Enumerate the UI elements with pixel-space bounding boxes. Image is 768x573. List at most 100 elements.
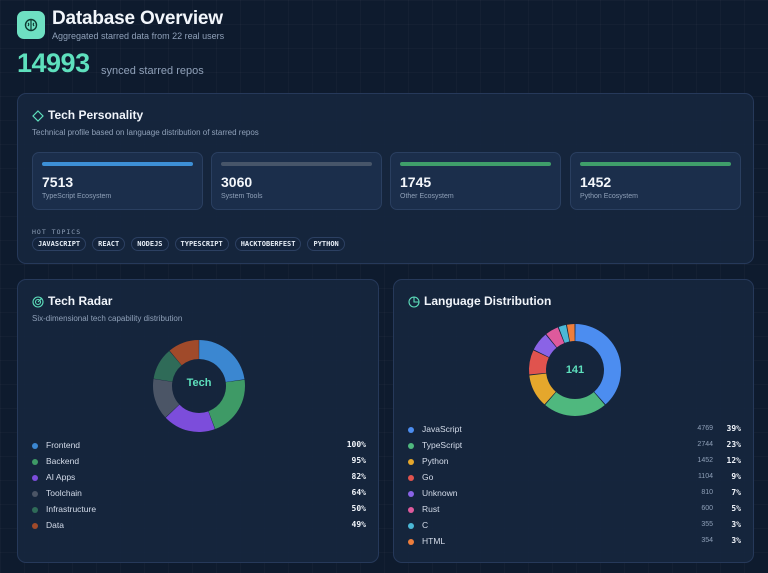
legend-dot (408, 427, 414, 433)
legend-count: 1452 (697, 457, 713, 464)
legend-label: Python (422, 456, 449, 466)
panel-subtitle: Technical profile based on language dist… (32, 128, 259, 137)
panel-title: Tech Radar (48, 294, 113, 308)
legend-dot (32, 443, 38, 449)
stat-label: Python Ecosystem (580, 193, 638, 200)
legend-item: TypeScript 2744 23% (408, 440, 741, 452)
brain-icon (24, 18, 38, 32)
legend-dot (32, 523, 38, 529)
legend-item: Go 1104 9% (408, 472, 741, 484)
legend-dot (408, 523, 414, 529)
legend-label: Rust (422, 504, 440, 514)
stat-card-typescript: 7513 TypeScript Ecosystem (32, 152, 203, 210)
hot-topics: JAVASCRIPT REACT NODEJS TYPESCRIPT HACKT… (32, 237, 345, 251)
legend-label: Frontend (46, 440, 81, 450)
legend-count: 1104 (697, 473, 713, 480)
panel-title: Tech Personality (48, 108, 144, 122)
topic-chip[interactable]: JAVASCRIPT (32, 237, 87, 251)
legend-item: HTML 354 3% (408, 536, 741, 548)
stat-card-system-tools: 3060 System Tools (211, 152, 382, 210)
legend-percent: 9% (731, 472, 741, 481)
legend-percent: 64% (351, 488, 366, 497)
language-center-label: 141 (565, 364, 585, 376)
topic-chip[interactable]: PYTHON (307, 237, 345, 251)
legend-count: 810 (701, 489, 713, 496)
stat-bar (580, 162, 731, 166)
donut-segment-frontend[interactable] (199, 340, 245, 383)
legend-label: Backend (46, 456, 80, 466)
legend-label: TypeScript (422, 440, 463, 450)
legend-count: 4769 (697, 425, 713, 432)
topic-chip[interactable]: NODEJS (131, 237, 169, 251)
legend-dot (32, 491, 38, 497)
legend-dot (408, 539, 414, 545)
legend-label: Infrastructure (46, 504, 97, 514)
legend-percent: 3% (731, 520, 741, 529)
legend-percent: 49% (351, 520, 366, 529)
legend-label: AI Apps (46, 472, 76, 482)
stat-value: 3060 (221, 174, 253, 190)
topic-chip[interactable]: REACT (92, 237, 126, 251)
legend-percent: 95% (351, 456, 366, 465)
legend-count: 600 (701, 505, 713, 512)
language-distribution-panel: Language Distribution 141 JavaScript 476… (393, 279, 754, 563)
page-subtitle: Aggregated starred data from 22 real use… (52, 31, 225, 41)
legend-item: JavaScript 4769 39% (408, 424, 741, 436)
repo-count-caption: synced starred repos (101, 65, 204, 77)
legend-dot (408, 475, 414, 481)
legend-dot (32, 507, 38, 513)
tech-personality-panel: Tech Personality Technical profile based… (17, 93, 754, 264)
legend-dot (408, 491, 414, 497)
legend-percent: 82% (351, 472, 366, 481)
stat-label: TypeScript Ecosystem (42, 193, 112, 200)
legend-count: 2744 (697, 441, 713, 448)
language-legend: JavaScript 4769 39% TypeScript 2744 23% … (408, 424, 741, 552)
legend-dot (408, 459, 414, 465)
stat-label: Other Ecosystem (400, 193, 454, 200)
legend-item: Frontend 100% (32, 440, 366, 452)
legend-label: C (422, 520, 429, 530)
legend-item: C 355 3% (408, 520, 741, 532)
stat-card-python: 1452 Python Ecosystem (570, 152, 741, 210)
stat-bar (400, 162, 551, 166)
legend-dot (408, 443, 414, 449)
stat-value: 7513 (42, 174, 74, 190)
legend-percent: 23% (726, 440, 741, 449)
hot-topics-label: HOT TOPICS (32, 228, 82, 236)
legend-item: Infrastructure 50% (32, 504, 366, 516)
legend-count: 355 (701, 521, 713, 528)
pie-chart-icon (408, 296, 420, 308)
panel-subtitle: Six-dimensional tech capability distribu… (32, 314, 183, 323)
legend-count: 354 (701, 537, 713, 544)
radar-legend: Frontend 100% Backend 95% AI Apps 82% To… (32, 440, 366, 536)
legend-label: HTML (422, 536, 446, 546)
legend-label: Toolchain (46, 488, 82, 498)
legend-item: Unknown 810 7% (408, 488, 741, 500)
topic-chip[interactable]: HACKTOBERFEST (234, 237, 302, 251)
legend-percent: 50% (351, 504, 366, 513)
legend-label: JavaScript (422, 424, 462, 434)
donut-segment-typescript[interactable] (545, 392, 605, 416)
legend-item: AI Apps 82% (32, 472, 366, 484)
legend-label: Data (46, 520, 64, 530)
legend-percent: 5% (731, 504, 741, 513)
stat-bar (42, 162, 193, 166)
legend-percent: 7% (731, 488, 741, 497)
diamond-icon (32, 110, 44, 122)
legend-dot (32, 475, 38, 481)
stat-label: System Tools (221, 193, 263, 200)
topic-chip[interactable]: TYPESCRIPT (174, 237, 229, 251)
legend-item: Python 1452 12% (408, 456, 741, 468)
legend-percent: 39% (726, 424, 741, 433)
legend-dot (32, 459, 38, 465)
legend-label: Go (422, 472, 434, 482)
panel-title: Language Distribution (424, 294, 552, 308)
legend-percent: 12% (726, 456, 741, 465)
stat-value: 1452 (580, 174, 612, 190)
radar-icon (32, 296, 44, 308)
stat-card-other: 1745 Other Ecosystem (390, 152, 561, 210)
page-title: Database Overview (52, 8, 223, 29)
stat-bar (221, 162, 372, 166)
tech-radar-panel: Tech Radar Six-dimensional tech capabili… (17, 279, 379, 563)
legend-item: Backend 95% (32, 456, 366, 468)
